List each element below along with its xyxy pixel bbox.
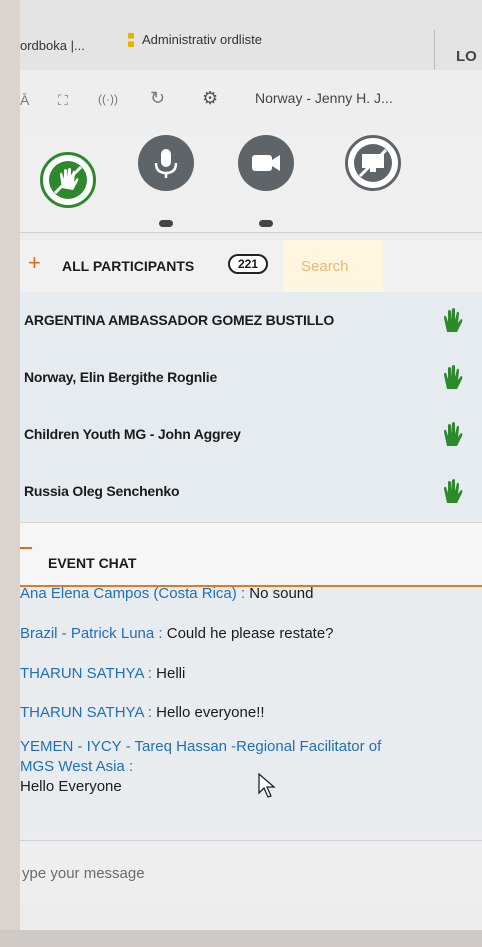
message-sender: Ana Elena Campos (Costa Rica) : xyxy=(20,587,246,602)
participant-list: ARGENTINA AMBASSADOR GOMEZ BUSTILLO Norw… xyxy=(20,292,482,522)
participants-header: + ALL PARTICIPANTS 221 xyxy=(20,240,482,292)
message-text: No sound xyxy=(249,587,314,602)
chat-messages: Ana Elena Campos (Costa Rica) : No sound… xyxy=(20,587,482,837)
participant-row[interactable]: ARGENTINA AMBASSADOR GOMEZ BUSTILLO xyxy=(20,292,482,349)
participant-name: Russia Oleg Senchenko xyxy=(24,483,180,499)
message-sender: THARUN SATHYA : xyxy=(20,704,152,721)
participants-title: ALL PARTICIPANTS xyxy=(62,258,195,274)
media-controls xyxy=(20,132,482,233)
browser-tab-right[interactable]: LO xyxy=(456,48,477,65)
event-chat-header: EVENT CHAT xyxy=(20,522,482,588)
meeting-user-title: Norway - Jenny H. J... xyxy=(255,90,393,106)
screen-share-off-icon xyxy=(354,144,392,182)
event-chat-title: EVENT CHAT xyxy=(48,555,137,571)
tab-divider xyxy=(434,30,435,70)
minus-icon[interactable] xyxy=(20,547,32,549)
message-text: Could he please restate? xyxy=(166,625,334,642)
message-sender-continued: MGS West Asia : xyxy=(20,758,134,775)
gear-icon[interactable]: ⚙ xyxy=(202,88,218,109)
participant-name: Children Youth MG - John Aggrey xyxy=(24,426,241,442)
text-size-icon[interactable]: Ā xyxy=(20,92,29,108)
chat-message: Brazil - Patrick Luna : Could he please … xyxy=(20,625,334,642)
chat-message: YEMEN - IYCY - Tareq Hassan -Regional Fa… xyxy=(20,737,381,797)
video-camera-icon xyxy=(252,155,280,171)
browser-tab-administrativ[interactable]: Administrativ ordliste xyxy=(128,32,262,47)
chat-message: THARUN SATHYA : Helli xyxy=(20,665,185,682)
share-screen-button[interactable] xyxy=(345,135,401,191)
camera-button[interactable] xyxy=(238,135,294,191)
meeting-toolbar: Ā ⛶ ((·)) ↻ ⚙ Norway - Jenny H. J... xyxy=(20,70,482,133)
mouse-pointer-icon xyxy=(258,773,276,798)
raised-hand-icon xyxy=(49,161,87,199)
camera-status-indicator xyxy=(259,220,273,227)
participant-search-input[interactable] xyxy=(283,240,383,292)
tab-label: Administrativ ordliste xyxy=(142,32,262,47)
message-sender: Brazil - Patrick Luna : xyxy=(20,625,163,642)
broadcast-icon[interactable]: ((·)) xyxy=(98,92,118,106)
plus-icon[interactable]: + xyxy=(28,250,41,276)
microphone-icon xyxy=(154,149,178,178)
browser-tab-bar: ordboka |... Administrativ ordliste LO xyxy=(20,0,482,71)
message-sender: THARUN SATHYA : xyxy=(20,665,152,682)
message-composer xyxy=(20,840,482,905)
raise-hand-button[interactable] xyxy=(40,152,96,208)
chat-message: Ana Elena Campos (Costa Rica) : No sound xyxy=(20,587,314,602)
browser-tab-ordboka[interactable]: ordboka |... xyxy=(20,38,85,53)
mic-status-indicator xyxy=(159,220,173,227)
message-input[interactable] xyxy=(20,855,464,891)
raised-hand-icon xyxy=(444,422,463,446)
message-text: Hello everyone!! xyxy=(156,704,265,721)
participant-row[interactable]: Russia Oleg Senchenko xyxy=(20,463,482,520)
participant-count-badge: 221 xyxy=(228,254,269,274)
photo-frame-left xyxy=(0,0,20,947)
chat-message: THARUN SATHYA : Hello everyone!! xyxy=(20,704,265,721)
raised-hand-icon xyxy=(444,365,463,389)
screen: ordboka |... Administrativ ordliste LO Ā… xyxy=(20,0,482,930)
message-text: Helli xyxy=(156,665,186,682)
participant-name: ARGENTINA AMBASSADOR GOMEZ BUSTILLO xyxy=(24,312,335,328)
participant-row[interactable]: Children Youth MG - John Aggrey xyxy=(20,406,482,463)
bookmark-favicon-icon xyxy=(128,32,134,47)
fullscreen-icon[interactable]: ⛶ xyxy=(58,92,68,109)
participant-name: Norway, Elin Bergithe Rognlie xyxy=(24,369,218,385)
raised-hand-icon xyxy=(444,479,463,503)
microphone-button[interactable] xyxy=(138,135,194,191)
photo-frame-bottom xyxy=(0,930,482,947)
message-text: Hello Everyone xyxy=(20,778,122,795)
raised-hand-icon xyxy=(444,308,463,332)
participant-row[interactable]: Norway, Elin Bergithe Rognlie xyxy=(20,349,482,406)
message-sender: YEMEN - IYCY - Tareq Hassan -Regional Fa… xyxy=(20,738,382,755)
refresh-icon[interactable]: ↻ xyxy=(150,88,165,109)
